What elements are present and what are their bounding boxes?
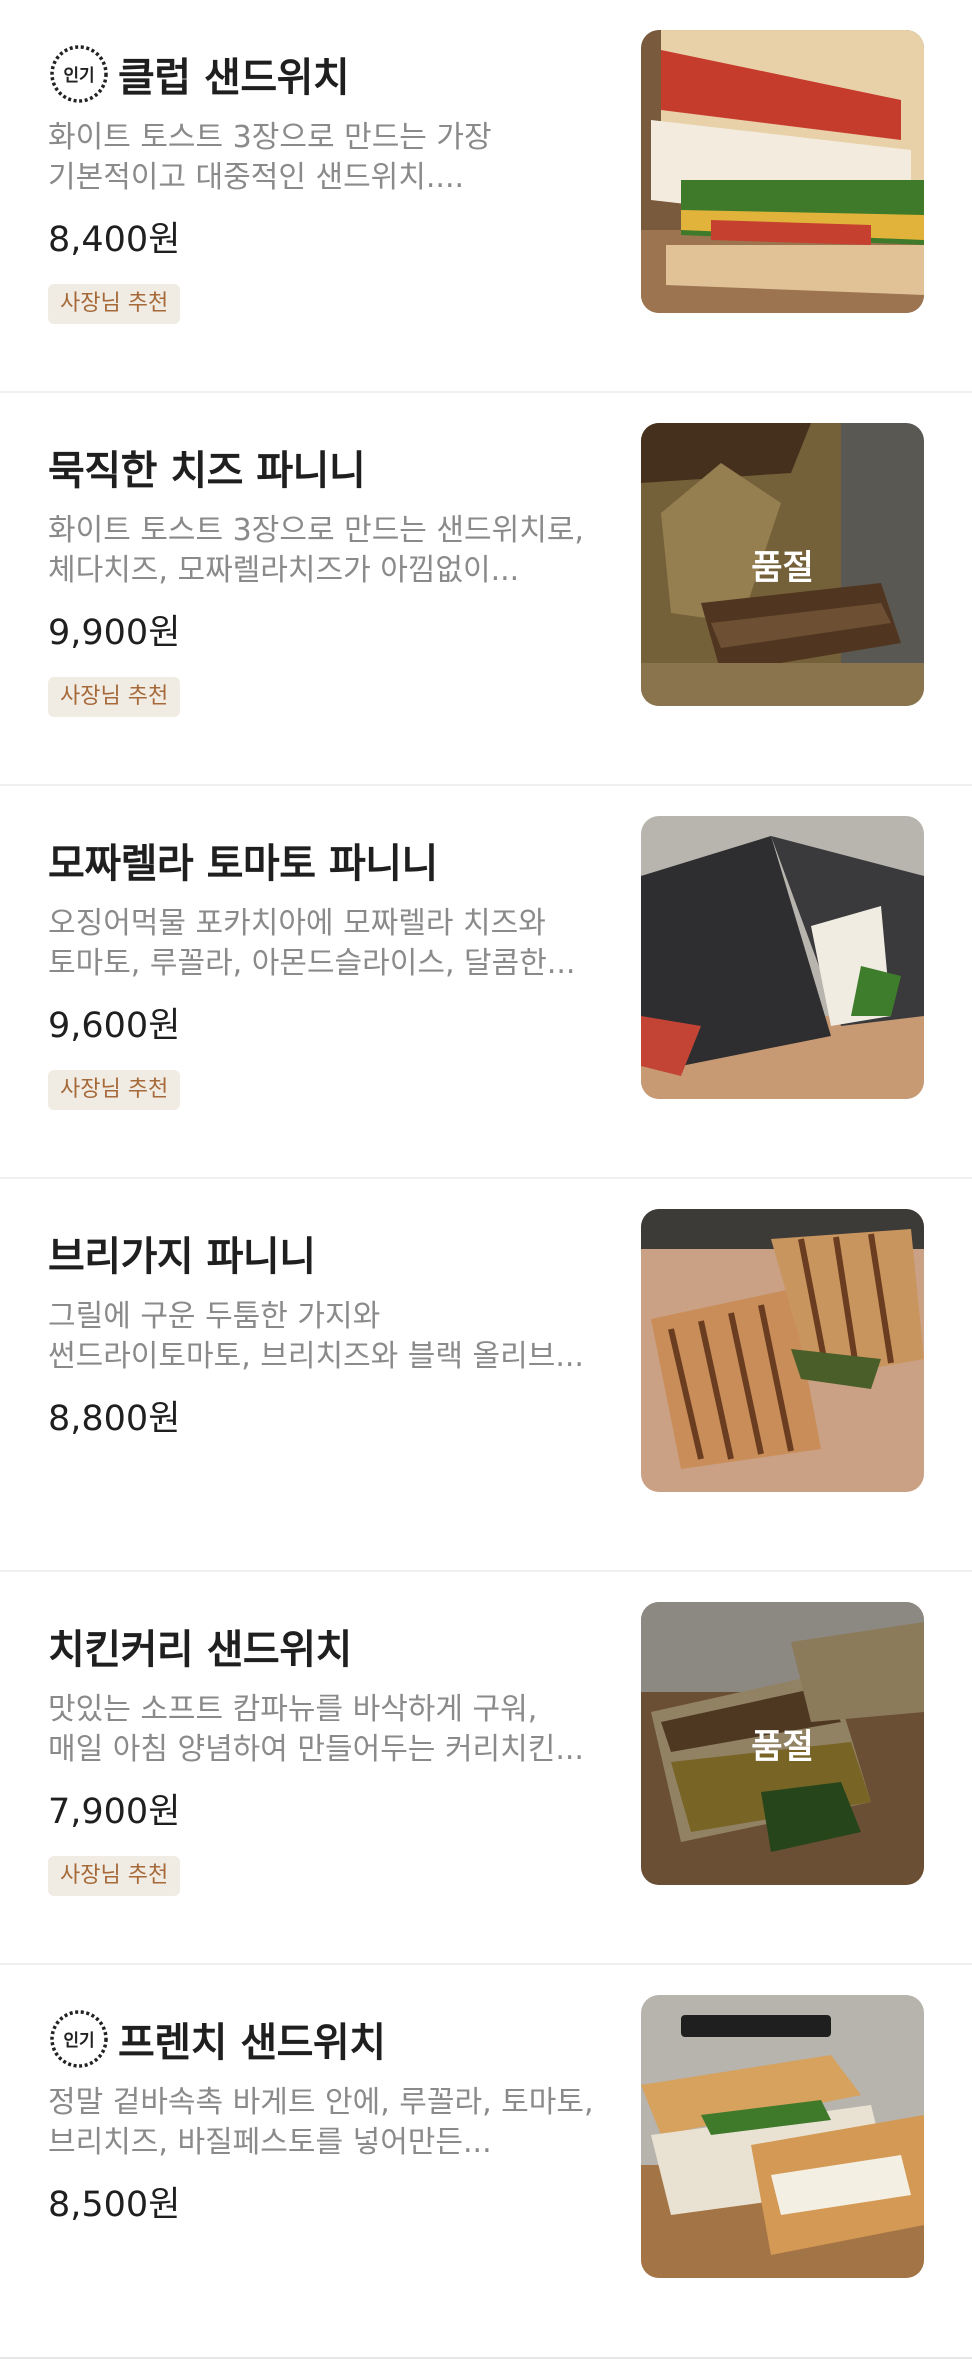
menu-item-info: 묵직한 치즈 파니니 화이트 토스트 3장으로 만드는 샌드위치로, 체다치즈,… [48, 431, 618, 717]
description-line-1: 그릴에 구운 두툼한 가지와 [48, 1299, 381, 1334]
owner-recommend-badge: 사장님 추천 [48, 284, 181, 324]
popular-label: 인기 [63, 66, 94, 86]
popular-label: 인기 [63, 2031, 94, 2051]
title-row: 모짜렐라 토마토 파니니 [48, 824, 618, 896]
menu-item-info: 치킨커리 샌드위치 맛있는 소프트 캄파뉴를 바삭하게 구워, 매일 아침 양념… [48, 1610, 618, 1896]
menu-item-title: 묵직한 치즈 파니니 [48, 448, 366, 494]
title-row: 인기 프렌치 샌드위치 [48, 2003, 618, 2075]
description-line-2: 매일 아침 양념하여 만들어두는 커리치킨... [48, 1732, 584, 1767]
owner-recommend-badge: 사장님 추천 [48, 1070, 181, 1110]
title-row: 치킨커리 샌드위치 [48, 1610, 618, 1682]
menu-item-price: 8,500원 [48, 2185, 181, 2225]
menu-item-description: 오징어먹물 포카치아에 모짜렐라 치즈와 토마토, 루꼴라, 아몬드슬라이스, … [48, 904, 618, 984]
description-line-1: 화이트 토스트 3장으로 만드는 샌드위치로, [48, 513, 584, 548]
owner-recommend-badge: 사장님 추천 [48, 677, 181, 717]
title-row: 묵직한 치즈 파니니 [48, 431, 618, 503]
description-line-2: 기본적이고 대중적인 샌드위치.... [48, 160, 465, 195]
menu-item-description: 맛있는 소프트 캄파뉴를 바삭하게 구워, 매일 아침 양념하여 만들어두는 커… [48, 1690, 618, 1770]
menu-item-info: 인기 클럽 샌드위치 화이트 토스트 3장으로 만드는 가장 기본적이고 대중적… [48, 38, 618, 324]
description-line-1: 오징어먹물 포카치아에 모짜렐라 치즈와 [48, 906, 546, 941]
menu-item-french-sandwich[interactable]: 인기 프렌치 샌드위치 정말 겉바속촉 바게트 안에, 루꼴라, 토마토, 브리… [0, 1965, 972, 2359]
menu-item-title: 치킨커리 샌드위치 [48, 1627, 352, 1673]
menu-item-club-sandwich[interactable]: 인기 클럽 샌드위치 화이트 토스트 3장으로 만드는 가장 기본적이고 대중적… [0, 0, 972, 393]
club-sandwich-photo[interactable] [641, 30, 924, 313]
menu-item-title: 브리가지 파니니 [48, 1234, 316, 1280]
sold-out-overlay: 품절 [641, 423, 924, 706]
menu-item-mozzarella-panini[interactable]: 모짜렐라 토마토 파니니 오징어먹물 포카치아에 모짜렐라 치즈와 토마토, 루… [0, 786, 972, 1179]
description-line-1: 맛있는 소프트 캄파뉴를 바삭하게 구워, [48, 1692, 538, 1727]
menu-item-info: 모짜렐라 토마토 파니니 오징어먹물 포카치아에 모짜렐라 치즈와 토마토, 루… [48, 824, 618, 1110]
menu-item-price: 9,900원 [48, 613, 181, 653]
menu-item-title: 클럽 샌드위치 [118, 55, 350, 101]
menu-item-description: 화이트 토스트 3장으로 만드는 가장 기본적이고 대중적인 샌드위치.... [48, 118, 618, 198]
title-row: 인기 클럽 샌드위치 [48, 38, 618, 110]
menu-item-title: 모짜렐라 토마토 파니니 [48, 841, 438, 887]
menu-item-price: 7,900원 [48, 1792, 181, 1832]
menu-item-info: 브리가지 파니니 그릴에 구운 두툼한 가지와 썬드라이토마토, 브리치즈와 블… [48, 1217, 618, 1443]
french-baguette-sandwich-photo[interactable] [641, 1995, 924, 2278]
menu-item-brie-eggplant-panini[interactable]: 브리가지 파니니 그릴에 구운 두툼한 가지와 썬드라이토마토, 브리치즈와 블… [0, 1179, 972, 1572]
description-line-2: 토마토, 루꼴라, 아몬드슬라이스, 달콤한... [48, 946, 576, 981]
description-line-1: 정말 겉바속촉 바게트 안에, 루꼴라, 토마토, [48, 2085, 594, 2120]
menu-item-price: 9,600원 [48, 1006, 181, 1046]
description-line-2: 브리치즈, 바질페스토를 넣어만든... [48, 2125, 492, 2160]
menu-item-price: 8,800원 [48, 1399, 181, 1439]
menu-item-title: 프렌치 샌드위치 [118, 2020, 386, 2066]
cheese-panini-photo[interactable]: 품절 [641, 423, 924, 706]
menu-item-price: 8,400원 [48, 220, 181, 260]
mozzarella-panini-photo[interactable] [641, 816, 924, 1099]
menu-item-cheese-panini[interactable]: 묵직한 치즈 파니니 화이트 토스트 3장으로 만드는 샌드위치로, 체다치즈,… [0, 393, 972, 786]
menu-item-info: 인기 프렌치 샌드위치 정말 겉바속촉 바게트 안에, 루꼴라, 토마토, 브리… [48, 2003, 618, 2229]
description-line-1: 화이트 토스트 3장으로 만드는 가장 [48, 120, 492, 155]
description-line-2: 썬드라이토마토, 브리치즈와 블랙 올리브... [48, 1339, 584, 1374]
menu-item-description: 그릴에 구운 두툼한 가지와 썬드라이토마토, 브리치즈와 블랙 올리브... [48, 1297, 618, 1377]
menu-item-chicken-curry-sandwich[interactable]: 치킨커리 샌드위치 맛있는 소프트 캄파뉴를 바삭하게 구워, 매일 아침 양념… [0, 1572, 972, 1965]
sold-out-overlay: 품절 [641, 1602, 924, 1885]
popular-badge-icon: 인기 [48, 2008, 110, 2070]
menu-item-description: 화이트 토스트 3장으로 만드는 샌드위치로, 체다치즈, 모짜렐라치즈가 아낌… [48, 511, 618, 591]
menu-item-description: 정말 겉바속촉 바게트 안에, 루꼴라, 토마토, 브리치즈, 바질페스토를 넣… [48, 2083, 618, 2163]
chicken-curry-sandwich-photo[interactable]: 품절 [641, 1602, 924, 1885]
brie-eggplant-panini-photo[interactable] [641, 1209, 924, 1492]
title-row: 브리가지 파니니 [48, 1217, 618, 1289]
menu-list: 인기 클럽 샌드위치 화이트 토스트 3장으로 만드는 가장 기본적이고 대중적… [0, 0, 972, 2359]
description-line-2: 체다치즈, 모짜렐라치즈가 아낌없이... [48, 553, 520, 588]
owner-recommend-badge: 사장님 추천 [48, 1856, 181, 1896]
popular-badge-icon: 인기 [48, 43, 110, 105]
